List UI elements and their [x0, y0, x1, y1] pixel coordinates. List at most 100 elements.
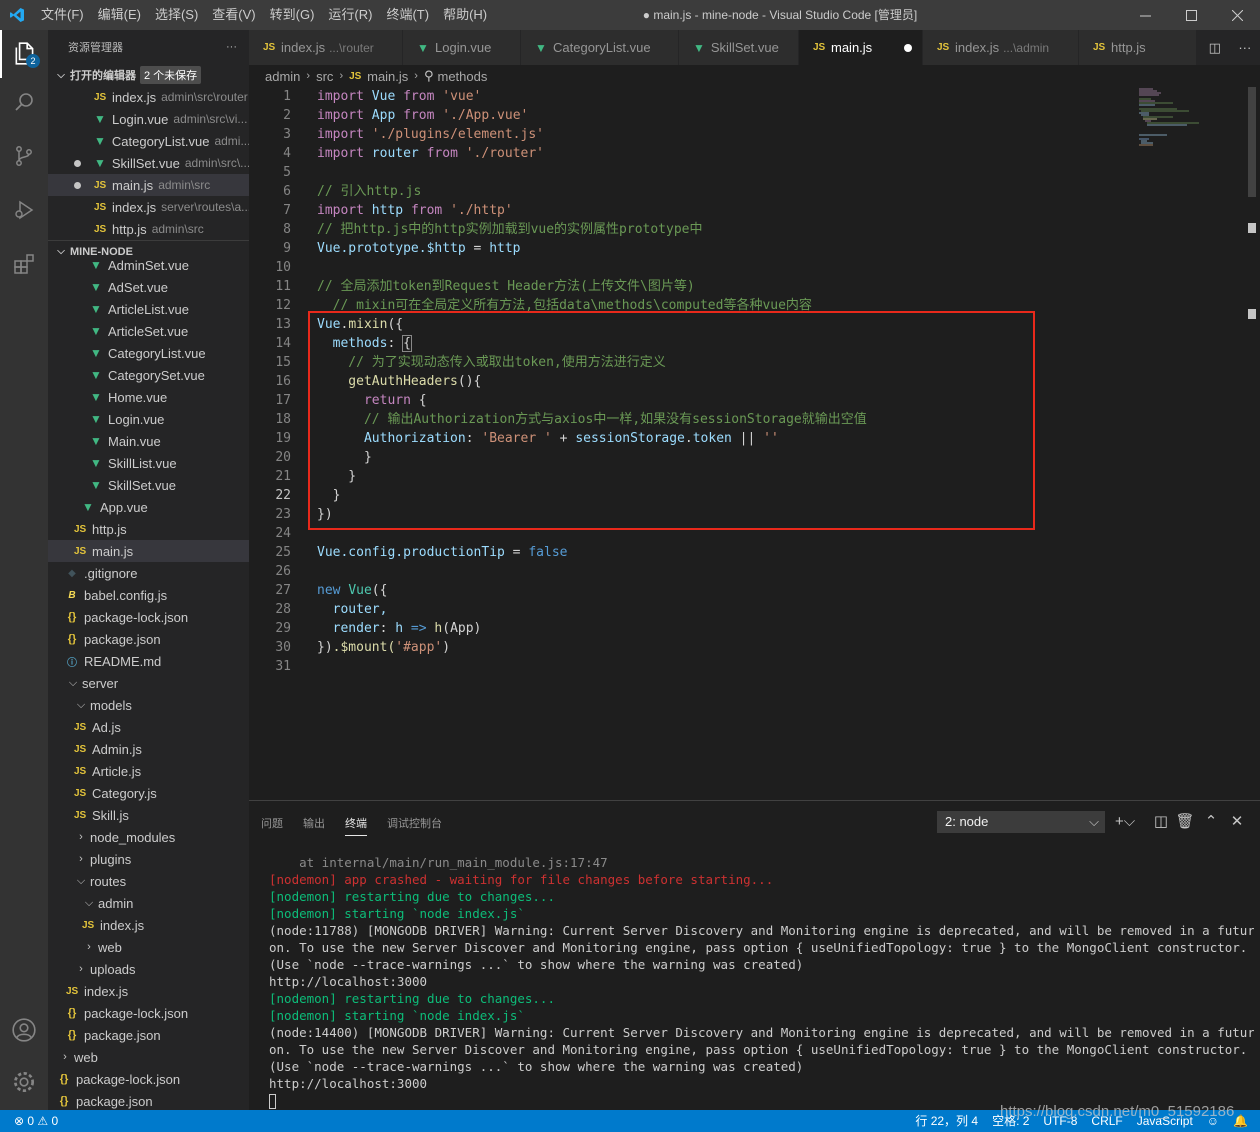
breadcrumb-symbol[interactable]: methods — [438, 69, 488, 84]
folder-item[interactable]: › plugins — [48, 848, 249, 870]
bell-icon[interactable]: 🔔 — [1233, 1110, 1248, 1132]
file-item[interactable]: ▼ CategorySet.vue — [48, 364, 249, 386]
file-item[interactable]: JS Ad.js — [48, 716, 249, 738]
open-editor-item[interactable]: JS http.js admin\src — [48, 218, 249, 240]
split-terminal-icon[interactable]: ◫ — [1151, 811, 1171, 833]
breadcrumb-admin[interactable]: admin — [265, 69, 300, 84]
search-button[interactable] — [0, 78, 48, 126]
menu-run[interactable]: 运行(R) — [321, 0, 379, 30]
file-item[interactable]: ▼ CategoryList.vue — [48, 342, 249, 364]
menu-file[interactable]: 文件(F) — [34, 0, 91, 30]
open-editor-item[interactable]: JS index.js server\routes\a... — [48, 196, 249, 218]
chevron-right-icon: › — [79, 853, 83, 865]
new-terminal-icon[interactable]: +⌵ — [1115, 811, 1135, 833]
trash-icon[interactable]: 🗑 — [1175, 811, 1195, 833]
maximize-button[interactable] — [1168, 0, 1214, 30]
file-item[interactable]: {} package.json — [48, 1090, 249, 1110]
file-item[interactable]: ⓘ README.md — [48, 650, 249, 672]
menu-help[interactable]: 帮助(H) — [436, 0, 494, 30]
breadcrumb-src[interactable]: src — [316, 69, 333, 84]
file-item[interactable]: Bbabel.config.js — [48, 584, 249, 606]
file-item[interactable]: JS Category.js — [48, 782, 249, 804]
file-item[interactable]: JS Admin.js — [48, 738, 249, 760]
close-window-button[interactable] — [1214, 0, 1260, 30]
file-item[interactable]: ▼ Login.vue — [48, 408, 249, 430]
file-item[interactable]: ◆ .gitignore — [48, 562, 249, 584]
unsaved-dot-icon[interactable] — [904, 43, 912, 52]
tab-Login-vue[interactable]: ▼ Login.vue — [403, 30, 521, 65]
manage-button[interactable] — [0, 1058, 48, 1106]
close-icon[interactable]: ✕ — [1227, 811, 1247, 833]
tab-terminal[interactable]: 终端 — [345, 811, 367, 836]
open-editor-item[interactable]: JS main.js admin\src — [48, 174, 249, 196]
vue-file-icon: ▼ — [90, 478, 102, 492]
menu-terminal[interactable]: 终端(T) — [379, 0, 436, 30]
file-item[interactable]: ▼ AdSet.vue — [48, 276, 249, 298]
problems-status[interactable]: ⊗ 0 ⚠ 0 — [14, 1110, 58, 1132]
tab-SkillSet-vue[interactable]: ▼ SkillSet.vue — [679, 30, 799, 65]
editor-scrollbar[interactable] — [1246, 87, 1258, 800]
explorer-button[interactable]: 2 — [0, 30, 48, 78]
menu-edit[interactable]: 编辑(E) — [91, 0, 148, 30]
file-item[interactable]: ▼ Main.vue — [48, 430, 249, 452]
open-editor-item[interactable]: ▼ SkillSet.vue admin\src\... — [48, 152, 249, 174]
file-item[interactable]: ▼ Home.vue — [48, 386, 249, 408]
source-control-button[interactable] — [0, 132, 48, 180]
file-item[interactable]: {} package-lock.json — [48, 1002, 249, 1024]
folder-item[interactable]: ⌵ server — [48, 672, 249, 694]
folder-item[interactable]: ⌵ models — [48, 694, 249, 716]
editor-tabs: JS index.js ...\router ▼ Login.vue ▼ CategoryL… — [249, 30, 1260, 65]
file-item[interactable]: JS index.js — [48, 980, 249, 1002]
tab-output[interactable]: 输出 — [303, 811, 325, 835]
file-path: admi... — [214, 134, 249, 148]
code-editor[interactable]: 1 2 3 4 5 6 7 8 9 10 11 12 13 14 15 16 17 18 19 20 21 22 23 24 2… — [249, 87, 1260, 800]
file-item[interactable]: {} package-lock.json — [48, 1068, 249, 1090]
folder-item[interactable]: ⌵ routes — [48, 870, 249, 892]
tab-index-js[interactable]: JS index.js ...\router — [249, 30, 403, 65]
file-item[interactable]: {} package.json — [48, 1024, 249, 1046]
file-item[interactable]: ▼ AdminSet.vue — [48, 254, 249, 276]
run-debug-button[interactable] — [0, 186, 48, 234]
file-item[interactable]: {} package.json — [48, 628, 249, 650]
file-item[interactable]: JS Skill.js — [48, 804, 249, 826]
menu-view[interactable]: 查看(V) — [205, 0, 262, 30]
file-item[interactable]: JS Article.js — [48, 760, 249, 782]
split-editor-icon[interactable]: ◫ — [1209, 40, 1221, 56]
tab-http-js[interactable]: JS http.js — [1079, 30, 1197, 65]
tab-index-js[interactable]: JS index.js ...\admin — [923, 30, 1079, 65]
cursor-position[interactable]: 行 22，列 4 — [915, 1110, 978, 1132]
open-editor-item[interactable]: ▼ CategoryList.vue admi... — [48, 130, 249, 152]
file-item[interactable]: ▼ App.vue — [48, 496, 249, 518]
open-editors-header[interactable]: ⌵ 打开的编辑器 2 个未保存 — [48, 64, 249, 86]
folder-item[interactable]: › node_modules — [48, 826, 249, 848]
more-actions-button[interactable]: ··· — [226, 41, 237, 53]
folder-item[interactable]: ⌵ admin — [48, 892, 249, 914]
open-editor-item[interactable]: JS index.js admin\src\router — [48, 86, 249, 108]
open-editor-item[interactable]: ▼ Login.vue admin\src\vi... — [48, 108, 249, 130]
file-item[interactable]: JS main.js — [48, 540, 249, 562]
file-item[interactable]: ▼ ArticleSet.vue — [48, 320, 249, 342]
menu-selection[interactable]: 选择(S) — [148, 0, 205, 30]
menu-go[interactable]: 转到(G) — [263, 0, 322, 30]
accounts-button[interactable] — [0, 1006, 48, 1054]
breadcrumb-file[interactable]: main.js — [367, 69, 408, 84]
tab-CategoryList-vue[interactable]: ▼ CategoryList.vue — [521, 30, 679, 65]
folder-item[interactable]: › web — [48, 936, 249, 958]
terminal-select[interactable]: 2: node ⌵ — [937, 811, 1105, 833]
tab-problems[interactable]: 问题 — [261, 811, 283, 835]
file-item[interactable]: {} package-lock.json — [48, 606, 249, 628]
extensions-button[interactable] — [0, 240, 48, 288]
tab-main-js[interactable]: JS main.js — [799, 30, 923, 65]
file-item[interactable]: ▼ SkillList.vue — [48, 452, 249, 474]
file-item[interactable]: JS index.js — [48, 914, 249, 936]
chevron-up-icon[interactable]: ⌃ — [1201, 811, 1221, 833]
more-icon[interactable]: ··· — [1238, 40, 1251, 55]
terminal-output[interactable]: at internal/main/run_main_module.js:17:4… — [269, 854, 1254, 1109]
file-item[interactable]: JS http.js — [48, 518, 249, 540]
file-item[interactable]: ▼ SkillSet.vue — [48, 474, 249, 496]
tab-debug-console[interactable]: 调试控制台 — [387, 811, 442, 835]
folder-item[interactable]: › uploads — [48, 958, 249, 980]
file-item[interactable]: ▼ ArticleList.vue — [48, 298, 249, 320]
minimize-button[interactable] — [1122, 0, 1168, 30]
folder-item[interactable]: › web — [48, 1046, 249, 1068]
